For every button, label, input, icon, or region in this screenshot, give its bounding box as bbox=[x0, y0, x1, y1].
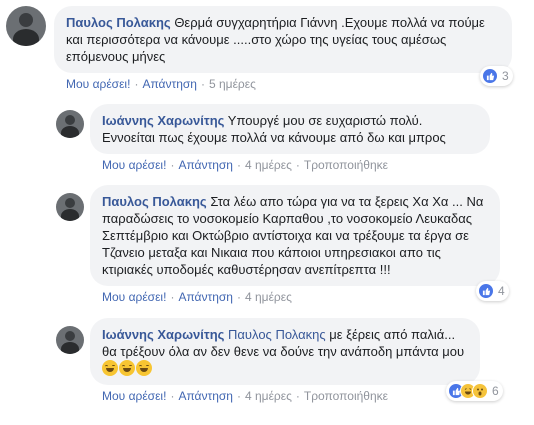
comment-3: Παυλος Πολακης Στα λέω απο τώρα για να τ… bbox=[56, 185, 526, 304]
comment-author[interactable]: Παυλος Πολακης bbox=[66, 15, 171, 30]
reaction-count: 6 bbox=[492, 384, 499, 398]
avatar[interactable] bbox=[6, 6, 46, 46]
laughing-emoji-icon bbox=[119, 360, 135, 376]
like-icon bbox=[478, 283, 494, 299]
mention-link[interactable]: Παυλος Πολακης bbox=[228, 327, 326, 342]
timestamp[interactable]: 4 ημέρες bbox=[245, 158, 292, 172]
laughing-emoji-icon bbox=[136, 360, 152, 376]
avatar[interactable] bbox=[56, 193, 84, 221]
reply-button[interactable]: Απάντηση bbox=[178, 290, 233, 304]
comment-bubble: Ιωάννης Χαρωνίτης Παυλος Πολακης με ξέρε… bbox=[90, 318, 480, 385]
comment-bubble: Παυλος Πολακης Θερμά συγχαρητήρια Γιάννη… bbox=[54, 6, 512, 73]
reply-button[interactable]: Απάντηση bbox=[142, 77, 197, 91]
comment-1: Παυλος Πολακης Θερμά συγχαρητήρια Γιάννη… bbox=[6, 6, 526, 91]
reply-button[interactable]: Απάντηση bbox=[178, 389, 233, 403]
like-icon bbox=[482, 68, 498, 84]
like-button[interactable]: Μου αρέσει! bbox=[102, 158, 166, 172]
reaction-summary[interactable]: 4 bbox=[476, 281, 509, 301]
avatar[interactable] bbox=[56, 110, 84, 138]
comment-actions: Μου αρέσει! · Απάντηση · 4 ημέρες · Τροποποιήθ… bbox=[102, 158, 388, 172]
comment-bubble: Παυλος Πολακης Στα λέω απο τώρα για να τ… bbox=[90, 185, 500, 286]
comment-author[interactable]: Ιωάννης Χαρωνίτης bbox=[102, 113, 224, 128]
timestamp[interactable]: 4 ημέρες bbox=[245, 290, 292, 304]
reply-button[interactable]: Απάντηση bbox=[178, 158, 233, 172]
edited-label[interactable]: Τροποποιήθηκε bbox=[304, 158, 388, 172]
like-button[interactable]: Μου αρέσει! bbox=[102, 290, 166, 304]
timestamp[interactable]: 5 ημέρες bbox=[209, 77, 256, 91]
comment-author[interactable]: Ιωάννης Χαρωνίτης bbox=[102, 327, 224, 342]
comment-actions: Μου αρέσει! · Απάντηση · 5 ημέρες bbox=[66, 77, 256, 91]
avatar[interactable] bbox=[56, 326, 84, 354]
laughing-emoji-icon bbox=[102, 360, 118, 376]
comment-actions: Μου αρέσει! · Απάντηση · 4 ημέρες bbox=[102, 290, 292, 304]
like-button[interactable]: Μου αρέσει! bbox=[66, 77, 130, 91]
reaction-summary[interactable]: 3 bbox=[480, 66, 513, 86]
like-button[interactable]: Μου αρέσει! bbox=[102, 389, 166, 403]
timestamp[interactable]: 4 ημέρες bbox=[245, 389, 292, 403]
comment-actions: Μου αρέσει! · Απάντηση · 4 ημέρες · Τροποποιήθ… bbox=[102, 389, 388, 403]
edited-label[interactable]: Τροποποιήθηκε bbox=[304, 389, 388, 403]
comment-author[interactable]: Παυλος Πολακης bbox=[102, 194, 207, 209]
reaction-summary[interactable]: 6 bbox=[446, 381, 503, 401]
reaction-count: 4 bbox=[498, 284, 505, 298]
comment-bubble: Ιωάννης Χαρωνίτης Υπουργέ μου σε ευχαρισ… bbox=[90, 104, 490, 154]
wow-icon bbox=[472, 383, 488, 399]
comment-2: Ιωάννης Χαρωνίτης Υπουργέ μου σε ευχαρισ… bbox=[56, 104, 526, 172]
reaction-count: 3 bbox=[502, 69, 509, 83]
